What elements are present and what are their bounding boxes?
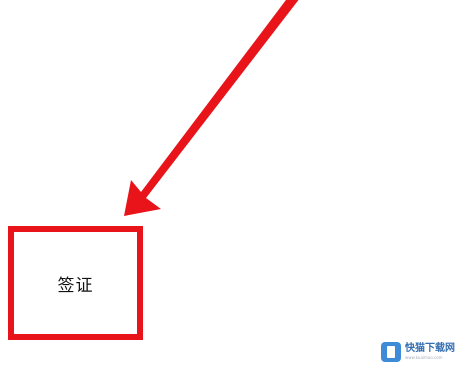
highlight-box: 签证 <box>8 226 143 340</box>
site-watermark: 快猫下载网 www.kuaimao.com <box>381 342 455 362</box>
visa-label: 签证 <box>57 275 94 296</box>
watermark-url: www.kuaimao.com <box>405 355 443 360</box>
visa-menu-item[interactable]: 签证 <box>14 232 137 334</box>
watermark-site-name: 快猫下载网 <box>405 343 455 354</box>
watermark-logo-icon <box>381 342 401 362</box>
